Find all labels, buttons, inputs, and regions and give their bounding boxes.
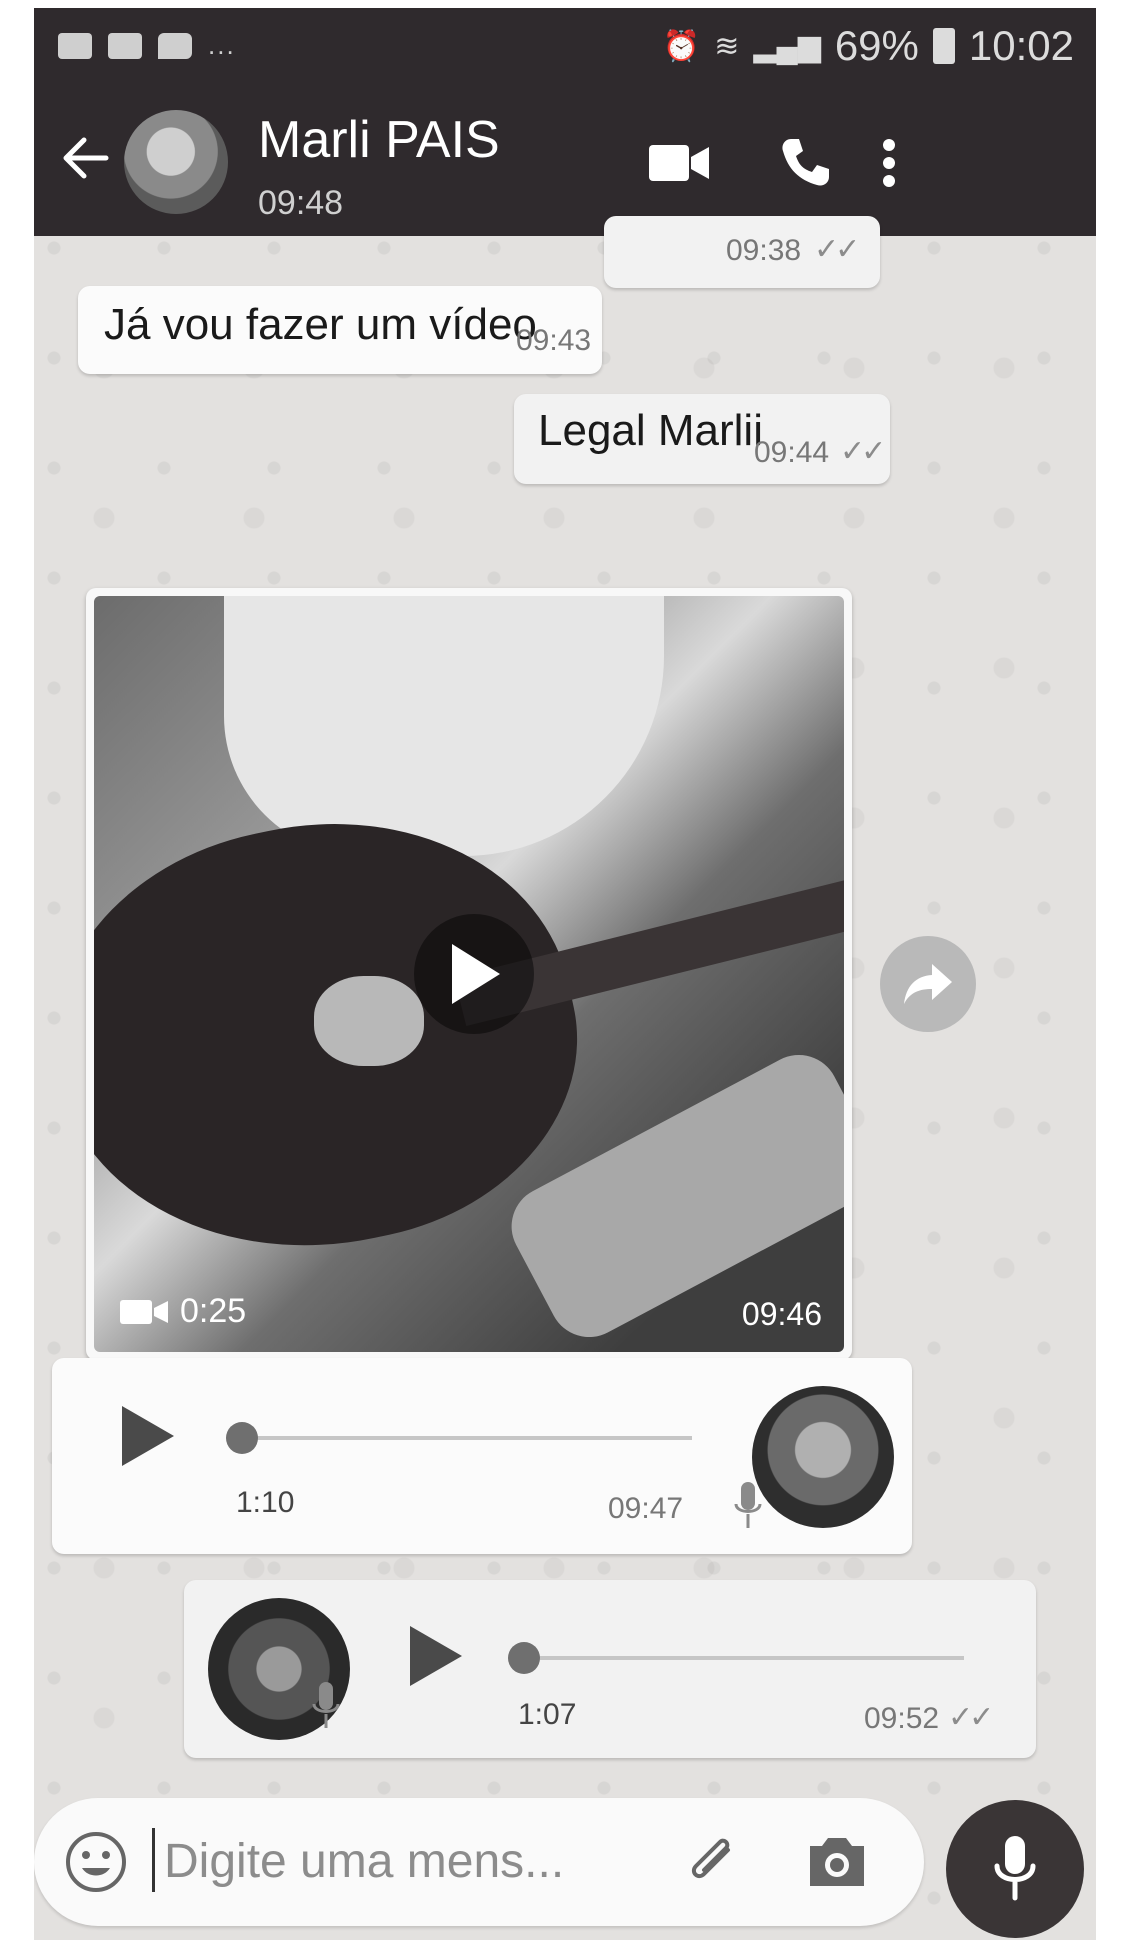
video-camera-icon <box>120 1299 168 1324</box>
contact-avatar[interactable] <box>124 110 228 214</box>
battery-icon <box>932 28 955 64</box>
message-time: 09:38 <box>726 234 802 267</box>
message-bubble-incoming[interactable]: Já vou fazer um vídeo 09:43 <box>78 286 602 374</box>
video-notification-icon <box>58 32 92 59</box>
message-time: 09:43 <box>516 324 592 357</box>
record-voice-button[interactable] <box>946 1800 1084 1938</box>
more-notifications: ... <box>208 30 236 60</box>
camera-icon[interactable] <box>804 1834 870 1890</box>
chat-messages[interactable]: 09:38 ✓✓ Já vou fazer um vídeo 09:43 Leg… <box>34 216 1096 1776</box>
message-input-placeholder: Digite uma mens... <box>164 1835 565 1888</box>
thumbnail-shirt <box>224 596 664 856</box>
message-bubble-outgoing[interactable]: 09:38 ✓✓ <box>604 216 880 288</box>
text-cursor <box>152 1828 155 1892</box>
thumbnail-hand <box>314 976 424 1066</box>
voice-play-icon[interactable] <box>410 1626 462 1686</box>
message-notification-icon <box>158 32 192 59</box>
microphone-icon <box>994 1836 1036 1901</box>
message-bubble-outgoing[interactable]: Legal Marlii 09:44 ✓✓ <box>514 394 890 484</box>
message-time: 09:47 <box>608 1492 684 1525</box>
alarm-icon: ⏰ <box>662 29 701 63</box>
voice-progress-knob[interactable] <box>508 1642 540 1674</box>
microphone-icon <box>312 1682 340 1728</box>
voice-progress-knob[interactable] <box>226 1422 258 1454</box>
battery-percent: 69% <box>834 22 919 69</box>
voice-duration: 1:07 <box>518 1698 577 1731</box>
clock: 10:02 <box>968 22 1074 69</box>
emoji-icon[interactable] <box>64 1830 128 1894</box>
video-duration-text: 0:25 <box>180 1292 247 1330</box>
video-call-icon[interactable] <box>644 128 714 198</box>
video-thumbnail[interactable]: 0:25 09:46 <box>94 596 844 1352</box>
chat-header: Marli PAIS 09:48 <box>34 88 1096 236</box>
voice-progress-track[interactable] <box>242 1436 692 1440</box>
menu-kebab-icon[interactable] <box>854 128 924 198</box>
microphone-icon <box>734 1482 762 1528</box>
back-arrow-icon[interactable] <box>56 128 116 188</box>
voice-play-icon[interactable] <box>122 1406 174 1466</box>
phone-screen: ... ⏰ ≋ ▂▄▆ 69% 10:02 Marli PAIS 09:48 0… <box>34 8 1096 1940</box>
message-time: 09:46 <box>741 1296 822 1332</box>
last-seen: 09:48 <box>258 184 344 222</box>
read-ticks-icon: ✓✓ <box>948 1701 994 1734</box>
message-text: Já vou fazer um vídeo <box>104 300 537 349</box>
voice-message-outgoing[interactable]: 1:07 09:52 ✓✓ <box>184 1580 1036 1758</box>
voice-progress-track[interactable] <box>524 1656 964 1660</box>
image-notification-icon <box>108 32 142 59</box>
contact-name[interactable]: Marli PAIS <box>258 110 500 170</box>
video-duration: 0:25 <box>120 1292 246 1331</box>
video-message[interactable]: 0:25 09:46 <box>86 588 852 1360</box>
signal-icon: ▂▄▆ <box>753 29 821 63</box>
video-play-icon[interactable] <box>414 914 534 1034</box>
voice-message-incoming[interactable]: 1:10 09:47 <box>52 1358 912 1554</box>
sender-avatar <box>752 1386 894 1528</box>
message-input[interactable]: Digite uma mens... <box>34 1798 924 1926</box>
attach-paperclip-icon[interactable] <box>680 1828 746 1894</box>
read-ticks-icon: ✓✓ <box>814 233 860 266</box>
message-time: 09:52 <box>864 1702 940 1735</box>
message-text: Legal Marlii <box>538 406 763 455</box>
message-time: 09:44 <box>754 436 830 469</box>
wifi-icon: ≋ <box>714 29 740 63</box>
compose-bar: Digite uma mens... <box>34 1780 1096 1940</box>
status-bar: ... ⏰ ≋ ▂▄▆ 69% 10:02 <box>34 8 1096 88</box>
voice-call-icon[interactable] <box>770 128 840 198</box>
voice-duration: 1:10 <box>236 1486 295 1519</box>
forward-share-icon[interactable] <box>880 936 976 1032</box>
read-ticks-icon: ✓✓ <box>840 435 886 468</box>
